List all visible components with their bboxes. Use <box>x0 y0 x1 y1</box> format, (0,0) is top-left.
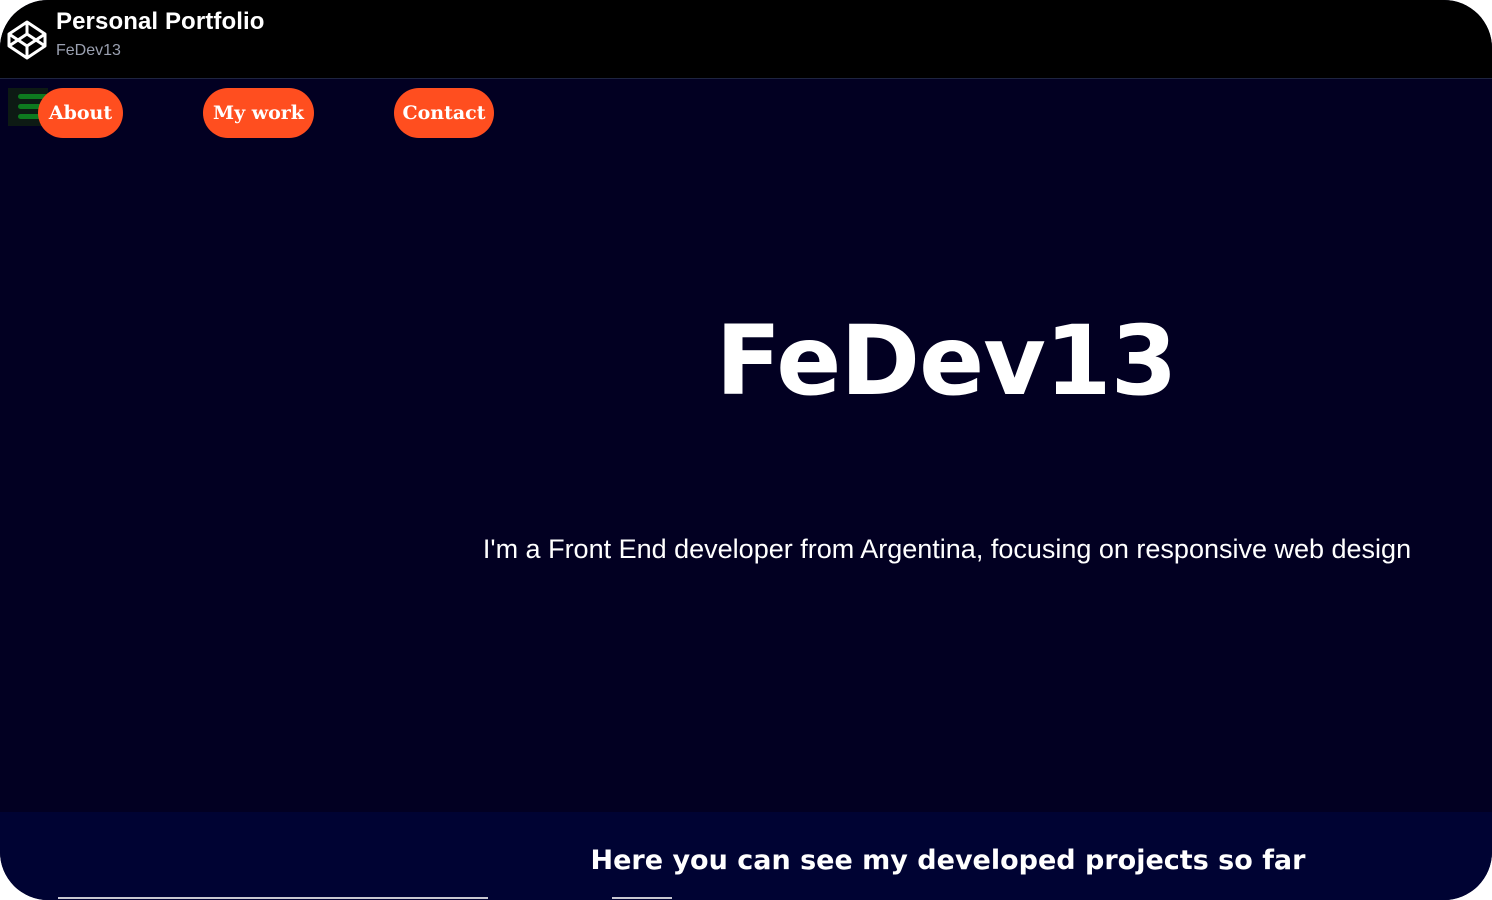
divider-line <box>612 897 672 899</box>
hero-description: I'm a Front End developer from Argentina… <box>482 534 1412 564</box>
nav-about-button[interactable]: About <box>38 88 123 138</box>
app-window: Personal Portfolio FeDev13 About My work… <box>0 0 1492 900</box>
divider-line <box>58 897 488 899</box>
author-name[interactable]: FeDev13 <box>56 42 121 60</box>
top-bar: Personal Portfolio FeDev13 <box>0 0 1492 79</box>
projects-heading: Here you can see my developed projects s… <box>590 845 1306 876</box>
page-title: Personal Portfolio <box>56 8 265 35</box>
nav-my-work-button[interactable]: My work <box>203 88 314 138</box>
hero-title: FeDev13 <box>715 305 1178 417</box>
codepen-logo-icon[interactable] <box>6 19 48 61</box>
nav-contact-button[interactable]: Contact <box>394 88 494 138</box>
